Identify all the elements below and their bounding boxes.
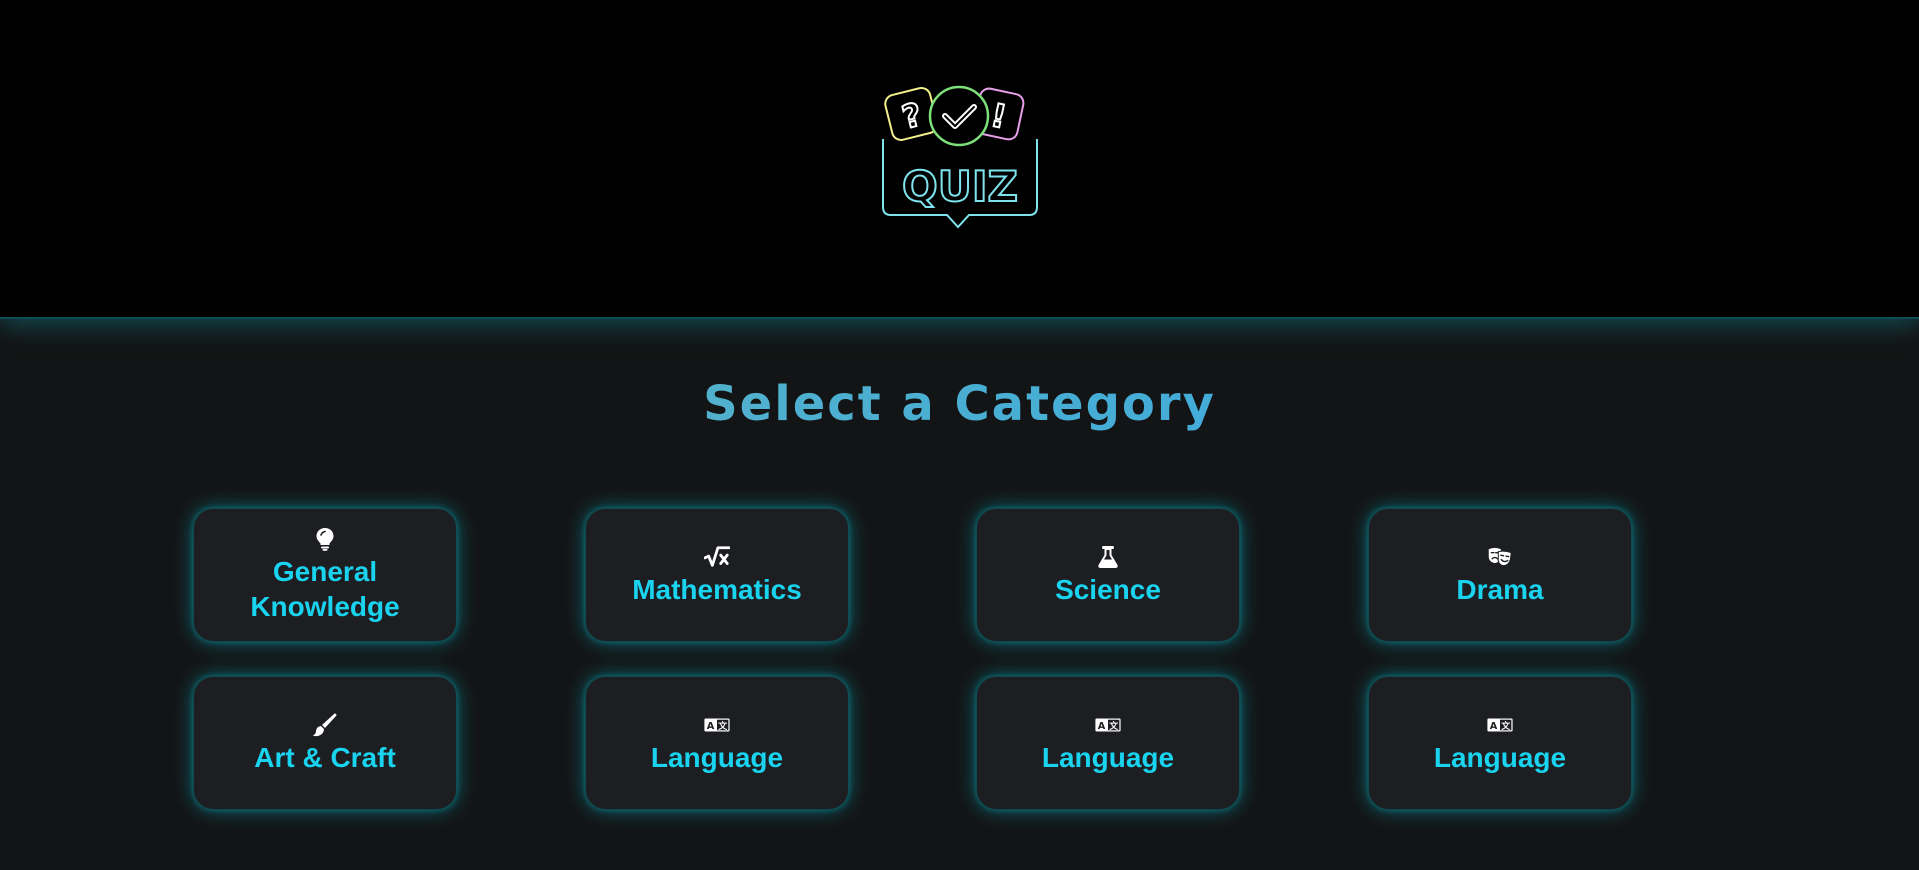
category-label: Language xyxy=(1041,741,1175,773)
translate-icon: A 文 xyxy=(704,712,730,738)
svg-text:?: ? xyxy=(898,95,925,136)
svg-text:QUIZ: QUIZ xyxy=(902,162,1018,211)
category-label: Mathematics xyxy=(632,573,802,605)
svg-text:A: A xyxy=(1490,721,1498,732)
category-label: Language xyxy=(650,741,784,773)
svg-text:A: A xyxy=(707,721,715,732)
category-card-mathematics[interactable]: Mathematics xyxy=(585,508,849,642)
site-header: ? ! QUIZ xyxy=(0,0,1919,319)
category-card-science[interactable]: Science xyxy=(976,508,1240,642)
quiz-logo-icon: ? ! QUIZ xyxy=(882,85,1038,229)
svg-text:文: 文 xyxy=(1108,720,1118,732)
translate-icon: A 文 xyxy=(1095,712,1121,738)
translate-icon: A 文 xyxy=(1487,712,1513,738)
page-title: Select a Category xyxy=(0,376,1919,432)
category-card-drama[interactable]: Drama xyxy=(1368,508,1632,642)
paintbrush-icon xyxy=(312,712,338,738)
flask-icon xyxy=(1095,544,1121,570)
square-root-icon xyxy=(704,544,730,570)
lightbulb-icon xyxy=(312,526,338,552)
category-card-general-knowledge[interactable]: General Knowledge xyxy=(193,508,457,642)
category-card-language-2[interactable]: A 文 Language xyxy=(976,676,1240,810)
masks-icon xyxy=(1487,544,1513,570)
category-label: Language xyxy=(1433,741,1567,773)
category-card-language-1[interactable]: A 文 Language xyxy=(585,676,849,810)
category-section: Select a Category General Knowledge Math… xyxy=(0,321,1919,870)
category-label: General Knowledge xyxy=(250,556,400,622)
svg-text:A: A xyxy=(1098,721,1106,732)
svg-text:文: 文 xyxy=(717,720,727,732)
svg-text:文: 文 xyxy=(1500,720,1510,732)
category-label: Drama xyxy=(1456,573,1544,605)
category-label: Art & Craft xyxy=(254,741,396,773)
quiz-logo[interactable]: ? ! QUIZ xyxy=(871,83,1047,233)
svg-text:!: ! xyxy=(988,96,1010,136)
category-card-art-craft[interactable]: Art & Craft xyxy=(193,676,457,810)
category-card-language-3[interactable]: A 文 Language xyxy=(1368,676,1632,810)
category-label: Science xyxy=(1055,573,1161,605)
